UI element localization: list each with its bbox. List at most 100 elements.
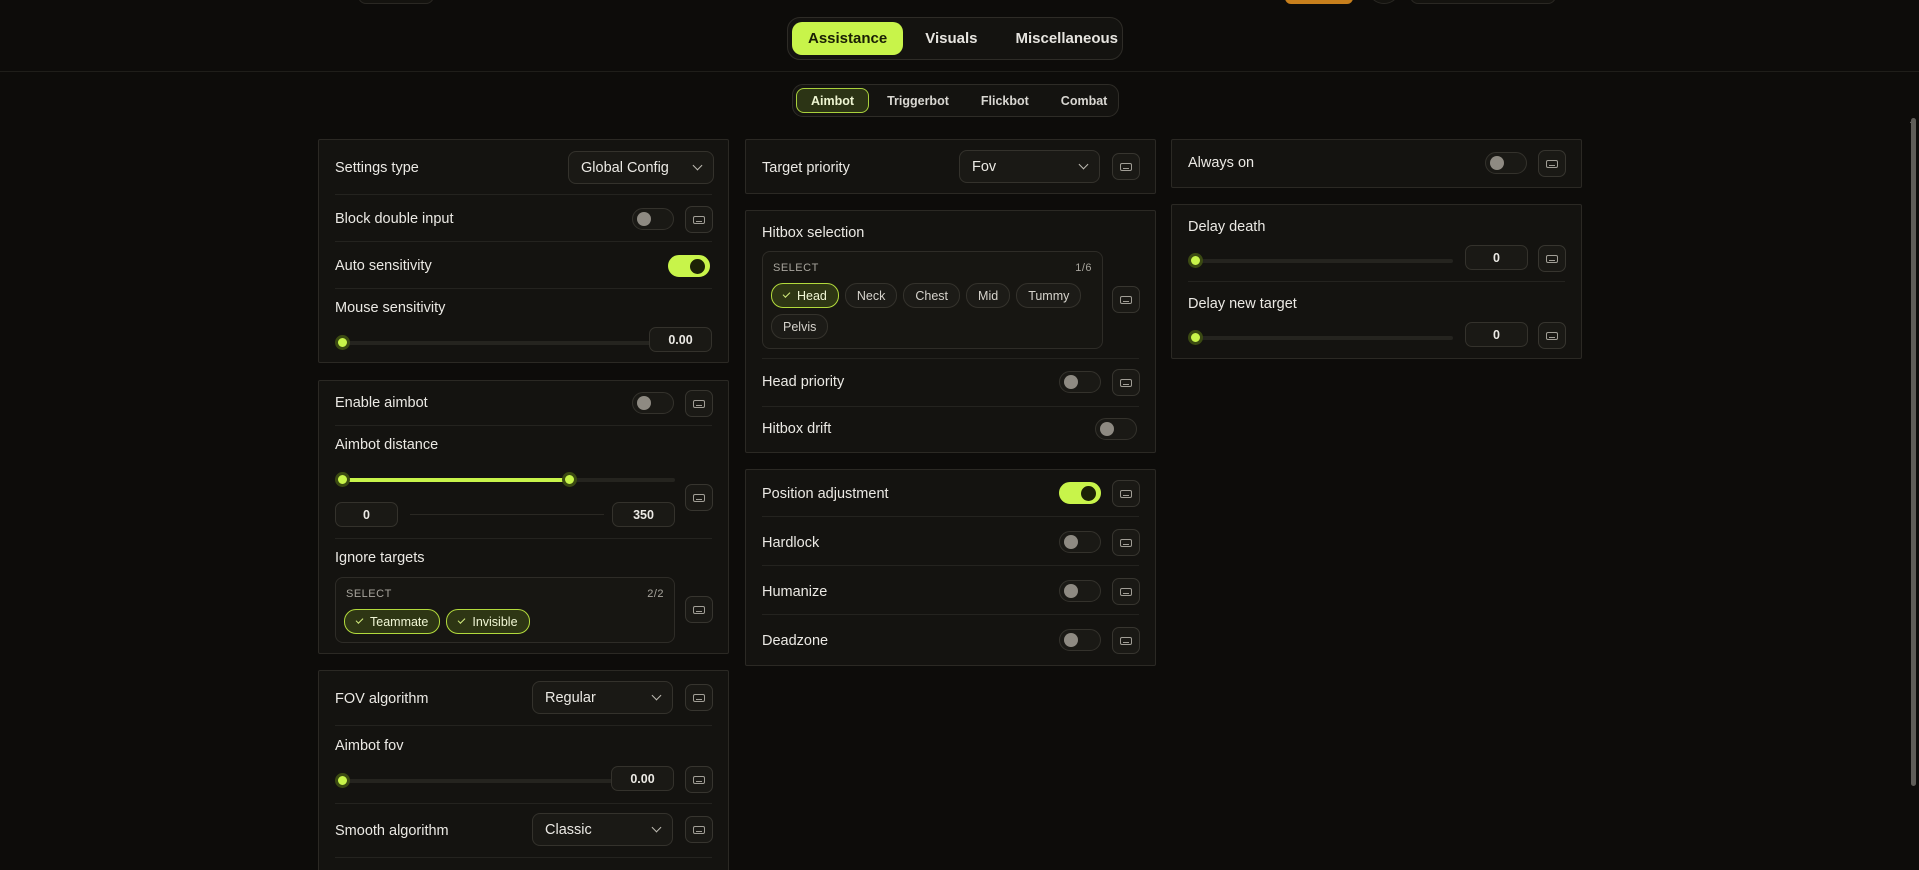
subtab-flickbot[interactable]: Flickbot — [967, 88, 1043, 113]
ignore-targets-label: Ignore targets — [335, 550, 425, 566]
auto-sensitivity-toggle[interactable] — [668, 255, 710, 277]
chip-chest[interactable]: Chest — [903, 283, 961, 308]
mouse-sensitivity-thumb[interactable] — [335, 335, 350, 350]
header-badge[interactable] — [1285, 0, 1353, 4]
aimbot-distance-fill — [343, 478, 569, 482]
enable-aimbot-keybind[interactable] — [685, 390, 713, 417]
aimbot-distance-keybind[interactable] — [685, 484, 713, 511]
head-priority-keybind[interactable] — [1112, 369, 1140, 396]
aimbot-fov-thumb[interactable] — [335, 773, 350, 788]
delay-new-target-track[interactable] — [1196, 336, 1453, 340]
delay-new-target-thumb[interactable] — [1188, 330, 1203, 345]
fov-panel: FOV algorithm Regular Aimbot fov 0.00 Sm… — [318, 670, 729, 870]
smooth-algorithm-value: Classic — [545, 821, 592, 838]
aimbot-distance-max-value[interactable]: 350 — [612, 502, 675, 527]
delay-death-keybind[interactable] — [1538, 245, 1566, 272]
keyboard-icon — [693, 215, 705, 224]
head-priority-toggle[interactable] — [1059, 371, 1101, 393]
scrollbar[interactable] — [1911, 118, 1916, 786]
hitbox-multiselect[interactable]: SELECT 1/6 Head Neck Chest Mid Tummy Pel… — [762, 251, 1103, 349]
delay-death-thumb[interactable] — [1188, 253, 1203, 268]
hitbox-drift-toggle[interactable] — [1095, 418, 1137, 440]
chip-invisible[interactable]: Invisible — [446, 609, 530, 634]
keyboard-icon — [1120, 538, 1132, 547]
delay-new-target-keybind[interactable] — [1538, 322, 1566, 349]
target-priority-keybind[interactable] — [1112, 153, 1140, 180]
check-icon — [355, 616, 364, 624]
fov-algorithm-keybind[interactable] — [685, 684, 713, 711]
hitbox-select-label: SELECT — [773, 262, 819, 274]
aimbot-fov-value[interactable]: 0.00 — [611, 766, 674, 791]
aimbot-distance-max-thumb[interactable] — [562, 472, 577, 487]
aimbot-fov-keybind[interactable] — [685, 766, 713, 793]
position-adjustment-keybind[interactable] — [1112, 480, 1140, 507]
aimbot-distance-min-value[interactable]: 0 — [335, 502, 398, 527]
sub-tabs: Aimbot Triggerbot Flickbot Combat — [792, 84, 1119, 117]
target-priority-dropdown[interactable]: Fov — [959, 150, 1100, 183]
delay-death-value[interactable]: 0 — [1465, 245, 1528, 270]
chip-head[interactable]: Head — [771, 283, 839, 308]
deadzone-label: Deadzone — [762, 633, 829, 649]
enable-aimbot-label: Enable aimbot — [335, 395, 428, 411]
header-control-right[interactable] — [1410, 0, 1556, 4]
keyboard-icon — [1546, 159, 1558, 168]
chip-tummy[interactable]: Tummy — [1016, 283, 1082, 308]
block-double-input-toggle[interactable] — [632, 208, 674, 230]
tab-visuals[interactable]: Visuals — [909, 22, 993, 55]
settings-type-dropdown[interactable]: Global Config — [568, 151, 714, 184]
humanize-keybind[interactable] — [1112, 578, 1140, 605]
always-on-toggle[interactable] — [1485, 152, 1527, 174]
hitbox-panel: Hitbox selection SELECT 1/6 Head Neck Ch… — [745, 210, 1156, 453]
header-round-button[interactable] — [1370, 0, 1398, 4]
delay-panel: Delay death 0 Delay new target 0 — [1171, 204, 1582, 359]
smooth-algorithm-keybind[interactable] — [685, 816, 713, 843]
always-on-keybind[interactable] — [1538, 150, 1566, 177]
hardlock-label: Hardlock — [762, 535, 820, 551]
hardlock-keybind[interactable] — [1112, 529, 1140, 556]
deadzone-toggle[interactable] — [1059, 629, 1101, 651]
position-adjustment-toggle[interactable] — [1059, 482, 1101, 504]
chip-mid[interactable]: Mid — [966, 283, 1011, 308]
chip-teammate[interactable]: Teammate — [344, 609, 441, 634]
main-tabs: Assistance Visuals Miscellaneous — [787, 17, 1123, 60]
keyboard-icon — [1546, 254, 1558, 263]
deadzone-keybind[interactable] — [1112, 627, 1140, 654]
keyboard-icon — [1120, 587, 1132, 596]
aimbot-distance-min-thumb[interactable] — [335, 472, 350, 487]
aimbot-fov-track[interactable] — [343, 779, 617, 783]
target-priority-label: Target priority — [762, 159, 850, 176]
delay-new-target-value[interactable]: 0 — [1465, 322, 1528, 347]
mouse-sensitivity-value[interactable]: 0.00 — [649, 327, 712, 352]
header-control-left[interactable] — [358, 0, 434, 4]
fov-algorithm-value: Regular — [545, 689, 596, 706]
chip-neck[interactable]: Neck — [844, 283, 898, 308]
block-double-input-keybind[interactable] — [685, 206, 713, 233]
smooth-algorithm-dropdown[interactable]: Classic — [532, 813, 673, 846]
chevron-down-icon — [651, 690, 662, 701]
aimbot-panel: Enable aimbot Aimbot distance 0 350 Igno… — [318, 380, 729, 654]
auto-sensitivity-label: Auto sensitivity — [335, 258, 432, 274]
subtab-triggerbot[interactable]: Triggerbot — [873, 88, 963, 113]
aimbot-fov-label: Aimbot fov — [335, 738, 404, 754]
delay-death-label: Delay death — [1188, 219, 1266, 235]
chip-pelvis[interactable]: Pelvis — [771, 314, 829, 339]
fov-algorithm-dropdown[interactable]: Regular — [532, 681, 673, 714]
tab-assistance[interactable]: Assistance — [792, 22, 904, 55]
header-divider — [0, 71, 1919, 72]
settings-type-value: Global Config — [581, 159, 669, 176]
mouse-sensitivity-track[interactable] — [343, 341, 654, 345]
tab-miscellaneous[interactable]: Miscellaneous — [999, 22, 1134, 55]
ignore-targets-count: 2/2 — [647, 588, 664, 600]
subtab-combat[interactable]: Combat — [1047, 88, 1122, 113]
humanize-toggle[interactable] — [1059, 580, 1101, 602]
hardlock-toggle[interactable] — [1059, 531, 1101, 553]
hitbox-count: 1/6 — [1075, 262, 1092, 274]
subtab-aimbot[interactable]: Aimbot — [796, 88, 870, 113]
ignore-targets-multiselect[interactable]: SELECT 2/2 Teammate Invisible — [335, 577, 675, 643]
delay-death-track[interactable] — [1196, 259, 1453, 263]
keyboard-icon — [693, 825, 705, 834]
hitbox-selection-keybind[interactable] — [1112, 286, 1140, 313]
enable-aimbot-toggle[interactable] — [632, 392, 674, 414]
ignore-targets-keybind[interactable] — [685, 596, 713, 623]
keyboard-icon — [693, 399, 705, 408]
